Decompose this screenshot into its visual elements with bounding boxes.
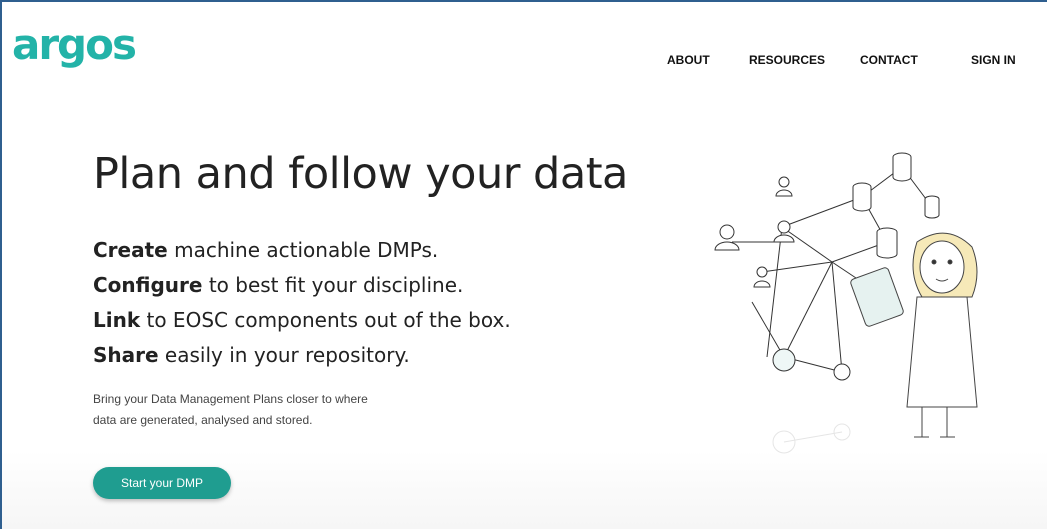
feature-keyword: Configure [93, 273, 203, 297]
feature-item-share: Share easily in your repository. [93, 338, 511, 373]
feature-list: Create machine actionable DMPs. Configur… [93, 233, 511, 373]
network-researcher-illustration [714, 152, 978, 454]
feature-text: to best fit your discipline. [202, 273, 464, 297]
feature-keyword: Link [93, 308, 141, 332]
feature-text: machine actionable DMPs. [167, 238, 439, 262]
top-nav: ABOUT RESOURCES CONTACT SIGN IN [2, 53, 1047, 69]
nav-resources[interactable]: RESOURCES [749, 53, 825, 67]
description-line-1: Bring your Data Management Plans closer … [93, 392, 368, 406]
feature-item-create: Create machine actionable DMPs. [93, 233, 511, 268]
feature-item-configure: Configure to best fit your discipline. [93, 268, 511, 303]
hero-headline: Plan and follow your data [93, 149, 628, 199]
feature-keyword: Share [93, 343, 159, 367]
description-line-2: data are generated, analysed and stored. [93, 413, 313, 427]
feature-keyword: Create [93, 238, 168, 262]
feature-text: easily in your repository. [158, 343, 410, 367]
feature-text: to EOSC components out of the box. [140, 308, 511, 332]
nav-about[interactable]: ABOUT [667, 53, 710, 67]
nav-sign-in[interactable]: SIGN IN [971, 53, 1016, 67]
page-frame: argos ABOUT RESOURCES CONTACT SIGN IN Pl… [0, 0, 1047, 529]
start-dmp-button[interactable]: Start your DMP [93, 467, 231, 499]
hero-description: Bring your Data Management Plans closer … [93, 389, 423, 431]
nav-contact[interactable]: CONTACT [860, 53, 918, 67]
feature-item-link: Link to EOSC components out of the box. [93, 303, 511, 338]
